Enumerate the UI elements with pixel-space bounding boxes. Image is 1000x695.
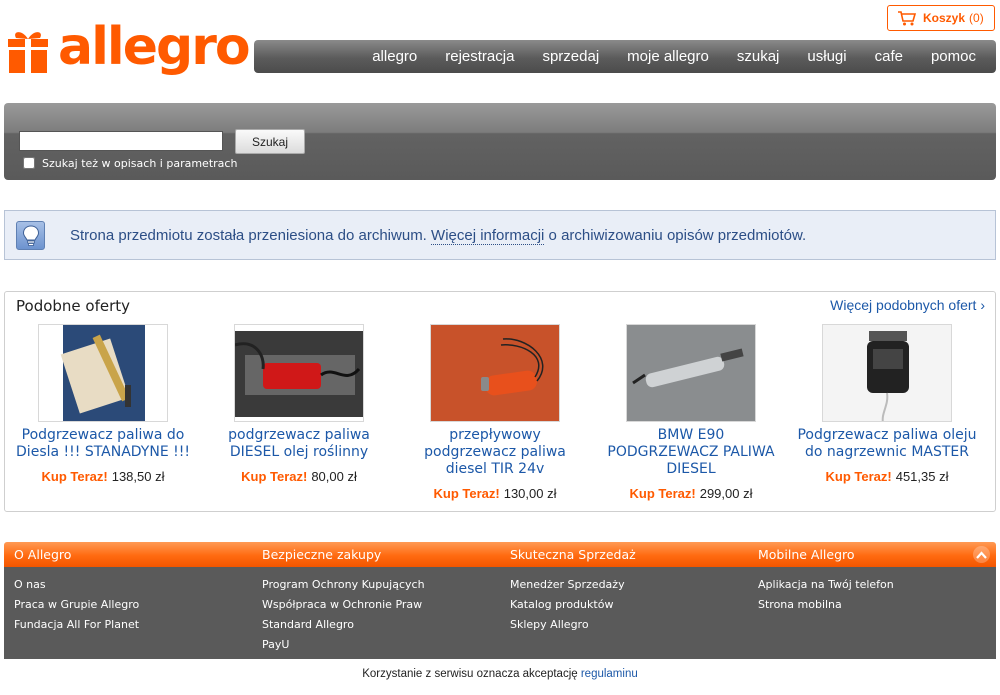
offer-title[interactable]: przepływowy podgrzewacz paliwa diesel TI… xyxy=(405,427,585,478)
cart-button[interactable]: Koszyk (0) xyxy=(887,5,995,31)
offer-thumbnail[interactable] xyxy=(626,324,756,422)
footer-link[interactable]: Aplikacja na Twój telefon xyxy=(758,575,894,595)
cart-label: Koszyk xyxy=(923,11,966,25)
buy-now-label: Kup Teraz! xyxy=(825,469,892,484)
offer-title[interactable]: Podgrzewacz paliwa oleju do nagrzewnic M… xyxy=(797,427,977,461)
search-button[interactable]: Szukaj xyxy=(235,129,305,154)
offer-thumbnail[interactable] xyxy=(822,324,952,422)
allegro-logo[interactable]: allegro xyxy=(8,21,251,89)
footer-column-mobilne-allegro: Aplikacja na Twój telefon Strona mobilna xyxy=(758,575,894,615)
nav-szukaj[interactable]: szukaj xyxy=(737,48,780,65)
footer-link[interactable]: Standard Allegro xyxy=(262,615,425,635)
nav-cafe[interactable]: cafe xyxy=(875,48,903,65)
collapse-footer-icon[interactable] xyxy=(973,546,990,563)
footer-link[interactable]: PayU xyxy=(262,635,425,655)
legal-notice: Korzystanie z serwisu oznacza akceptację… xyxy=(362,668,638,680)
nav-pomoc[interactable]: pomoc xyxy=(931,48,976,65)
offer-thumbnail[interactable] xyxy=(38,324,168,422)
offer-title[interactable]: Podgrzewacz paliwa do Diesla !!! STANADY… xyxy=(13,427,193,461)
offer-thumbnail[interactable] xyxy=(234,324,364,422)
nav-uslugi[interactable]: usługi xyxy=(807,48,846,65)
offer-card: BMW E90 PODGRZEWACZ PALIWA DIESEL Kup Te… xyxy=(601,324,781,501)
buy-now-label: Kup Teraz! xyxy=(241,469,308,484)
search-descriptions-label: Szukaj też w opisach i parametrach xyxy=(42,157,238,170)
product-photo xyxy=(627,325,755,421)
buy-now-label: Kup Teraz! xyxy=(433,486,500,501)
search-descriptions-checkbox[interactable] xyxy=(23,157,35,169)
footer-link[interactable]: Praca w Grupie Allegro xyxy=(14,595,139,615)
offer-price: Kup Teraz! 138,50 zł xyxy=(41,469,165,484)
main-nav: allegro rejestracja sprzedaj moje allegr… xyxy=(254,40,996,73)
product-photo xyxy=(823,325,951,421)
offer-card: przepływowy podgrzewacz paliwa diesel TI… xyxy=(405,324,585,501)
footer-link[interactable]: Menedżer Sprzedaży xyxy=(510,575,625,595)
footer-link[interactable]: Strona mobilna xyxy=(758,595,894,615)
search-input[interactable] xyxy=(19,131,223,151)
product-photo xyxy=(431,325,559,421)
footer-heading-o-allegro: O Allegro xyxy=(14,547,72,562)
archive-notice: Strona przedmiotu została przeniesiona d… xyxy=(4,210,996,260)
footer-link[interactable]: Program Ochrony Kupujących xyxy=(262,575,425,595)
offer-price: Kup Teraz! 451,35 zł xyxy=(825,469,949,484)
footer-link[interactable]: Współpraca w Ochronie Praw xyxy=(262,595,425,615)
offer-card: Podgrzewacz paliwa oleju do nagrzewnic M… xyxy=(797,324,977,484)
nav-rejestracja[interactable]: rejestracja xyxy=(445,48,514,65)
offer-thumbnail[interactable] xyxy=(430,324,560,422)
buy-now-label: Kup Teraz! xyxy=(629,486,696,501)
logo-text: allegro xyxy=(58,17,251,77)
product-photo xyxy=(235,331,363,417)
footer-header-bar: O Allegro Bezpieczne zakupy Skuteczna Sp… xyxy=(4,542,996,567)
nav-moje-allegro[interactable]: moje allegro xyxy=(627,48,709,65)
footer-column-o-allegro: O nas Praca w Grupie Allegro Fundacja Al… xyxy=(14,575,139,635)
offer-price: Kup Teraz! 80,00 zł xyxy=(241,469,357,484)
more-similar-link[interactable]: Więcej podobnych ofert › xyxy=(830,297,985,313)
offer-price: Kup Teraz! 130,00 zł xyxy=(433,486,557,501)
buy-now-label: Kup Teraz! xyxy=(41,469,108,484)
footer-column-bezpieczne-zakupy: Program Ochrony Kupujących Współpraca w … xyxy=(262,575,425,655)
footer-heading-mobilne-allegro: Mobilne Allegro xyxy=(758,547,855,562)
shopping-cart-icon xyxy=(898,11,917,26)
cart-count: (0) xyxy=(969,11,984,25)
footer-link[interactable]: Katalog produktów xyxy=(510,595,625,615)
offer-card: Podgrzewacz paliwa do Diesla !!! STANADY… xyxy=(13,324,193,484)
terms-link[interactable]: regulaminu xyxy=(581,668,638,680)
offer-title[interactable]: BMW E90 PODGRZEWACZ PALIWA DIESEL xyxy=(601,427,781,478)
footer-heading-bezpieczne-zakupy: Bezpieczne zakupy xyxy=(262,547,382,562)
similar-offers-title: Podobne oferty xyxy=(16,297,131,315)
product-photo xyxy=(60,325,145,421)
offer-title[interactable]: podgrzewacz paliwa DIESEL olej roślinny xyxy=(209,427,389,461)
footer-link[interactable]: Sklepy Allegro xyxy=(510,615,625,635)
offer-price: Kup Teraz! 299,00 zł xyxy=(629,486,753,501)
footer-column-skuteczna-sprzedaz: Menedżer Sprzedaży Katalog produktów Skl… xyxy=(510,575,625,635)
footer-link[interactable]: O nas xyxy=(14,575,139,595)
offer-card: podgrzewacz paliwa DIESEL olej roślinny … xyxy=(209,324,389,484)
lightbulb-icon xyxy=(16,221,45,250)
archive-notice-text: Strona przedmiotu została przeniesiona d… xyxy=(70,227,807,245)
search-bar: Szukaj Szukaj też w opisach i parametrac… xyxy=(4,103,996,180)
gift-icon xyxy=(8,32,48,73)
nav-sprzedaj[interactable]: sprzedaj xyxy=(542,48,599,65)
archive-info-link[interactable]: Więcej informacji xyxy=(431,227,545,245)
footer-link[interactable]: Fundacja All For Planet xyxy=(14,615,139,635)
footer-heading-skuteczna-sprzedaz: Skuteczna Sprzedaż xyxy=(510,547,636,562)
similar-offers: Podobne oferty Więcej podobnych ofert › … xyxy=(4,291,996,512)
nav-allegro[interactable]: allegro xyxy=(372,48,417,65)
footer-links: O nas Praca w Grupie Allegro Fundacja Al… xyxy=(4,567,996,659)
